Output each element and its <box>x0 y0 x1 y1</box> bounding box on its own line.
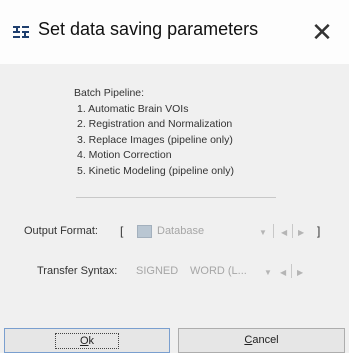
cancel-button[interactable]: Cancel <box>178 328 345 353</box>
open-bracket: [ <box>120 224 124 238</box>
pipeline-heading: Batch Pipeline: <box>74 87 145 99</box>
pipeline-step: 2. Registration and Normalization <box>77 118 233 131</box>
transfer-syntax-label: Transfer Syntax: <box>37 265 118 277</box>
divider <box>76 197 276 198</box>
cancel-label: ancel <box>252 334 279 346</box>
window-title: Set data saving parameters <box>38 19 259 39</box>
ok-button[interactable]: Ok <box>4 328 170 353</box>
transfer-syntax-select[interactable]: WORD (L... <box>190 265 247 277</box>
chevron-down-icon[interactable]: ▼ <box>264 268 272 277</box>
signed-value: SIGNED <box>136 265 179 277</box>
pipeline-step: 5. Kinetic Modeling (pipeline only) <box>77 164 235 177</box>
previous-arrow-icon[interactable]: ◀ <box>281 228 287 237</box>
chevron-down-icon[interactable]: ▼ <box>259 228 267 237</box>
previous-arrow-icon[interactable]: ◀ <box>280 268 286 277</box>
close-icon[interactable]: ✕ <box>304 14 340 50</box>
pipeline-info: Batch Pipeline: 1. Automatic Brain VOIs … <box>74 86 234 180</box>
app-icon <box>12 25 30 39</box>
ok-label: k <box>88 335 95 347</box>
output-format-select[interactable]: Database <box>157 225 204 237</box>
ok-mnemonic: O <box>79 335 89 347</box>
separator <box>273 224 274 238</box>
pipeline-step: 4. Motion Correction <box>77 149 172 162</box>
separator <box>292 224 293 238</box>
separator <box>291 264 292 278</box>
next-arrow-icon[interactable]: ▶ <box>298 228 304 237</box>
pipeline-step: 1. Automatic Brain VOIs <box>77 102 189 115</box>
title-bar: Set data saving parameters ✕ <box>0 0 349 64</box>
output-format-label: Output Format: <box>24 225 98 237</box>
pipeline-step: 3. Replace Images (pipeline only) <box>77 133 233 146</box>
ok-focus-ring: Ok <box>54 333 120 349</box>
next-arrow-icon[interactable]: ▶ <box>297 268 303 277</box>
close-bracket: ] <box>317 224 321 238</box>
database-icon <box>137 225 152 238</box>
